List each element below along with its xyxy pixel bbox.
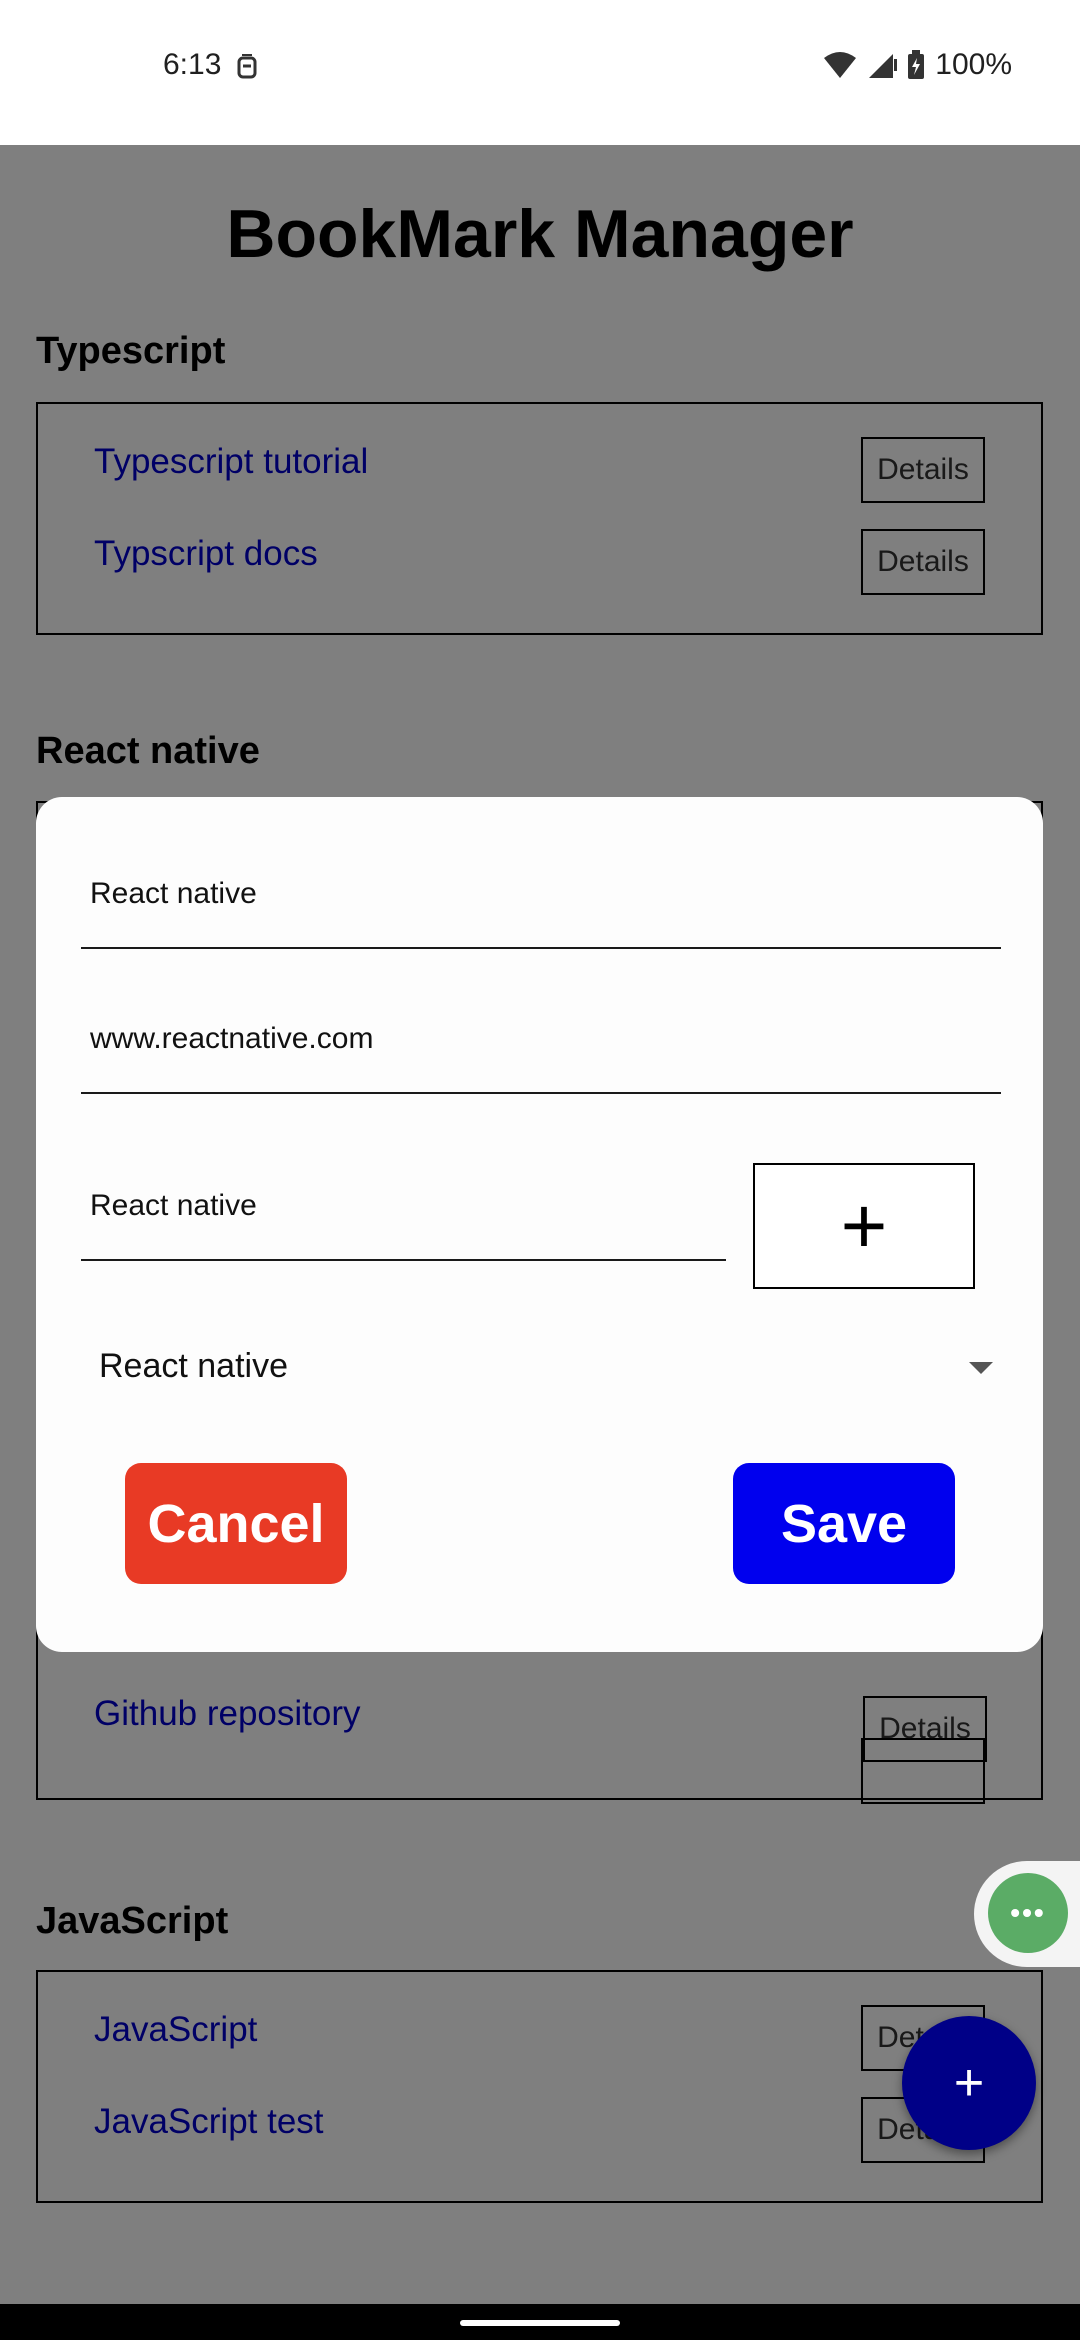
wifi-icon: [824, 52, 857, 78]
category-field-value: React native: [90, 1189, 257, 1222]
add-category-button[interactable]: +: [753, 1163, 975, 1289]
category-field[interactable]: React native: [81, 1154, 726, 1261]
assistant-more-icon[interactable]: •••: [988, 1873, 1068, 1953]
home-gesture-handle[interactable]: [460, 2320, 620, 2326]
navigation-bar: [0, 2304, 1080, 2340]
cancel-button[interactable]: Cancel: [125, 1463, 347, 1584]
title-field[interactable]: React native: [81, 842, 1001, 949]
status-right: 100%: [823, 48, 1012, 82]
signal-icon: [869, 54, 898, 78]
notification-icon: [237, 54, 257, 79]
title-field-value: React native: [90, 877, 257, 910]
save-button[interactable]: Save: [733, 1463, 955, 1584]
status-time: 6:13: [163, 48, 222, 81]
category-select-value: React native: [99, 1347, 288, 1385]
battery-charging-icon: [908, 50, 925, 79]
url-field[interactable]: www.reactnative.com: [81, 987, 1001, 1094]
category-select[interactable]: React native: [99, 1333, 999, 1403]
edit-bookmark-modal: React native www.reactnative.com React n…: [36, 797, 1043, 1652]
url-field-value: www.reactnative.com: [90, 1022, 374, 1055]
dropdown-caret-icon: [969, 1362, 993, 1374]
add-bookmark-fab[interactable]: +: [902, 2016, 1036, 2150]
battery-percent: 100%: [935, 48, 1012, 81]
status-bar: 6:13 100%: [0, 0, 1080, 145]
